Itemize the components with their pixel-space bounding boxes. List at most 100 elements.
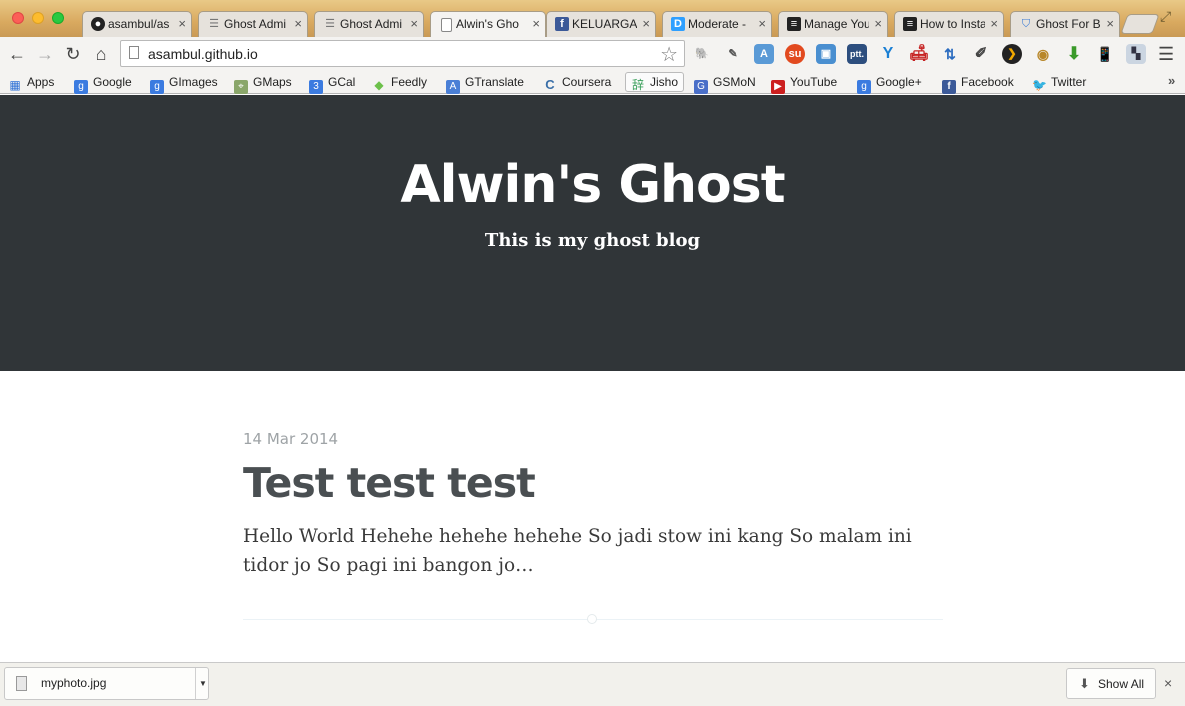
download-icon: ⬇ xyxy=(1079,676,1090,691)
bookmark-googleplus[interactable]: g Google+ xyxy=(857,73,922,94)
google-icon: g xyxy=(74,80,88,94)
bookmark-label: Facebook xyxy=(961,75,1014,89)
fullscreen-icon[interactable]: ⤢ xyxy=(1160,8,1171,25)
new-tab-button[interactable] xyxy=(1120,14,1160,34)
play-icon[interactable]: ❯ xyxy=(1002,44,1022,64)
download-file-name: myphoto.jpg xyxy=(41,676,107,690)
translate-icon[interactable]: A xyxy=(754,44,774,64)
shield-icon: ⛉ xyxy=(1021,18,1031,30)
tab-close-icon[interactable]: × xyxy=(642,16,650,31)
feedly-icon: ◆ xyxy=(374,78,384,92)
tab-manage-you[interactable]: ≡ Manage You × xyxy=(778,11,888,37)
bookmark-label: Feedly xyxy=(391,75,428,89)
tab-close-icon[interactable]: × xyxy=(294,16,302,31)
bookmark-gtranslate[interactable]: A GTranslate xyxy=(446,73,524,94)
bookmark-apps[interactable]: ▦ Apps xyxy=(8,73,54,92)
bookmark-gmaps[interactable]: ⌖ GMaps xyxy=(234,73,292,94)
home-icon[interactable]: ⌂ xyxy=(90,43,112,65)
bookmark-coursera[interactable]: C Coursera xyxy=(543,73,611,92)
tab-title: Moderate - xyxy=(688,17,747,31)
tab-keluarga[interactable]: f KELUARGA B × xyxy=(546,11,656,37)
tab-ghost-admin-2[interactable]: ☰ Ghost Admi × xyxy=(314,11,424,37)
google-icon: g xyxy=(150,80,164,94)
bookmark-google[interactable]: g Google xyxy=(74,73,132,94)
twitter-icon: 🐦 xyxy=(1032,78,1047,92)
ptt-icon[interactable]: ptt. xyxy=(847,44,867,64)
tab-close-icon[interactable]: × xyxy=(990,16,998,31)
tab-close-icon[interactable]: × xyxy=(410,16,418,31)
bookmark-feedly[interactable]: ◆ Feedly xyxy=(372,73,428,92)
bookmark-label: GSMoN xyxy=(713,75,756,89)
post-title[interactable]: Test test test xyxy=(243,459,536,507)
address-bar[interactable]: asambul.github.io ☆ xyxy=(120,40,685,67)
facebook-icon: f xyxy=(555,17,569,31)
coursera-icon: C xyxy=(545,77,555,92)
window-zoom-button[interactable] xyxy=(52,12,64,24)
pocket-icon[interactable]: ✎ xyxy=(723,44,743,64)
tab-alwins-ghost[interactable]: Alwin's Gho × xyxy=(430,11,546,37)
ghost-admin-icon: ☰ xyxy=(209,18,219,30)
tab-close-icon[interactable]: × xyxy=(1106,16,1114,31)
calendar-icon: 3 xyxy=(309,80,323,94)
disqus-icon: D xyxy=(671,17,685,31)
menu-icon[interactable]: ☰ xyxy=(1158,44,1174,65)
window-minimize-button[interactable] xyxy=(32,12,44,24)
bookmarks-overflow-icon[interactable]: » xyxy=(1168,73,1175,88)
bookmark-twitter[interactable]: 🐦 Twitter xyxy=(1032,73,1087,92)
cookie-icon[interactable]: ◉ xyxy=(1033,44,1053,64)
vimeo-icon[interactable]: Y xyxy=(878,44,898,64)
tab-github[interactable]: ● asambul/as × xyxy=(82,11,192,37)
bookmark-facebook[interactable]: f Facebook xyxy=(942,73,1014,94)
downloader-icon[interactable]: ⇅ xyxy=(940,44,960,64)
window-close-button[interactable] xyxy=(12,12,24,24)
tab-close-icon[interactable]: × xyxy=(874,16,882,31)
github-icon: ● xyxy=(91,17,105,31)
reload-icon[interactable]: ↻ xyxy=(62,43,84,65)
forward-icon[interactable]: → xyxy=(34,43,56,65)
translate-icon: A xyxy=(446,80,460,94)
download-item[interactable]: myphoto.jpg ▼ xyxy=(4,667,209,700)
page-icon xyxy=(441,18,452,32)
bookmark-label: Twitter xyxy=(1051,75,1087,89)
back-icon[interactable]: ← xyxy=(6,43,28,65)
evernote-icon[interactable]: 🐘 xyxy=(692,44,712,64)
bookmark-jisho[interactable]: 辞 Jisho xyxy=(625,72,685,92)
window-icon[interactable]: ▚ xyxy=(1126,44,1146,64)
bookmark-label: YouTube xyxy=(790,75,838,89)
blog-title[interactable]: Alwin's Ghost xyxy=(0,155,1185,215)
tab-moderate[interactable]: D Moderate - × xyxy=(662,11,772,37)
post-date: 14 Mar 2014 xyxy=(243,430,339,448)
screenshot-icon[interactable]: ▣ xyxy=(816,44,836,64)
google-icon: g xyxy=(857,80,871,94)
close-icon[interactable]: × xyxy=(1164,675,1172,691)
tab-ghost-admin-1[interactable]: ☰ Ghost Admi × xyxy=(198,11,308,37)
tab-title: asambul/as xyxy=(108,17,170,31)
tab-strip: ● asambul/as × ☰ Ghost Admi × ☰ Ghost Ad… xyxy=(0,0,1185,37)
image-file-icon xyxy=(16,676,27,691)
tab-how-to-install[interactable]: ≡ How to Insta × xyxy=(894,11,1004,37)
readlater-icon[interactable]: 🛋 xyxy=(909,44,929,64)
tab-close-icon[interactable]: × xyxy=(532,16,540,31)
bookmark-label: GMaps xyxy=(253,75,292,89)
download-menu-chevron-icon[interactable]: ▼ xyxy=(195,668,210,699)
tab-title: Alwin's Gho xyxy=(456,17,519,31)
bookmark-gcal[interactable]: 3 GCal xyxy=(309,73,356,94)
download-arrow-icon[interactable]: ⬇ xyxy=(1064,44,1084,64)
bookmark-gimages[interactable]: g GImages xyxy=(150,73,218,94)
show-all-button[interactable]: ⬇ Show All xyxy=(1066,668,1156,699)
bookmark-star-icon[interactable]: ☆ xyxy=(660,42,678,67)
phone-icon[interactable]: 📱 xyxy=(1095,44,1115,64)
bookmark-label: Google+ xyxy=(876,75,922,89)
tab-ghost-for[interactable]: ⛉ Ghost For B × xyxy=(1010,11,1120,37)
tab-title: Ghost Admi xyxy=(224,17,287,31)
stumbleupon-icon[interactable]: su xyxy=(785,44,805,64)
bookmark-gsmon[interactable]: G GSMoN xyxy=(694,73,756,94)
tab-title: Ghost Admi xyxy=(340,17,403,31)
tab-title: KELUARGA B xyxy=(572,17,637,31)
tab-close-icon[interactable]: × xyxy=(178,16,186,31)
bookmark-youtube[interactable]: ▶ YouTube xyxy=(771,73,838,94)
pencil-icon[interactable]: ✐ xyxy=(971,44,991,64)
tab-close-icon[interactable]: × xyxy=(758,16,766,31)
bookmark-label: GCal xyxy=(328,75,356,89)
url-text[interactable]: asambul.github.io xyxy=(148,46,258,62)
